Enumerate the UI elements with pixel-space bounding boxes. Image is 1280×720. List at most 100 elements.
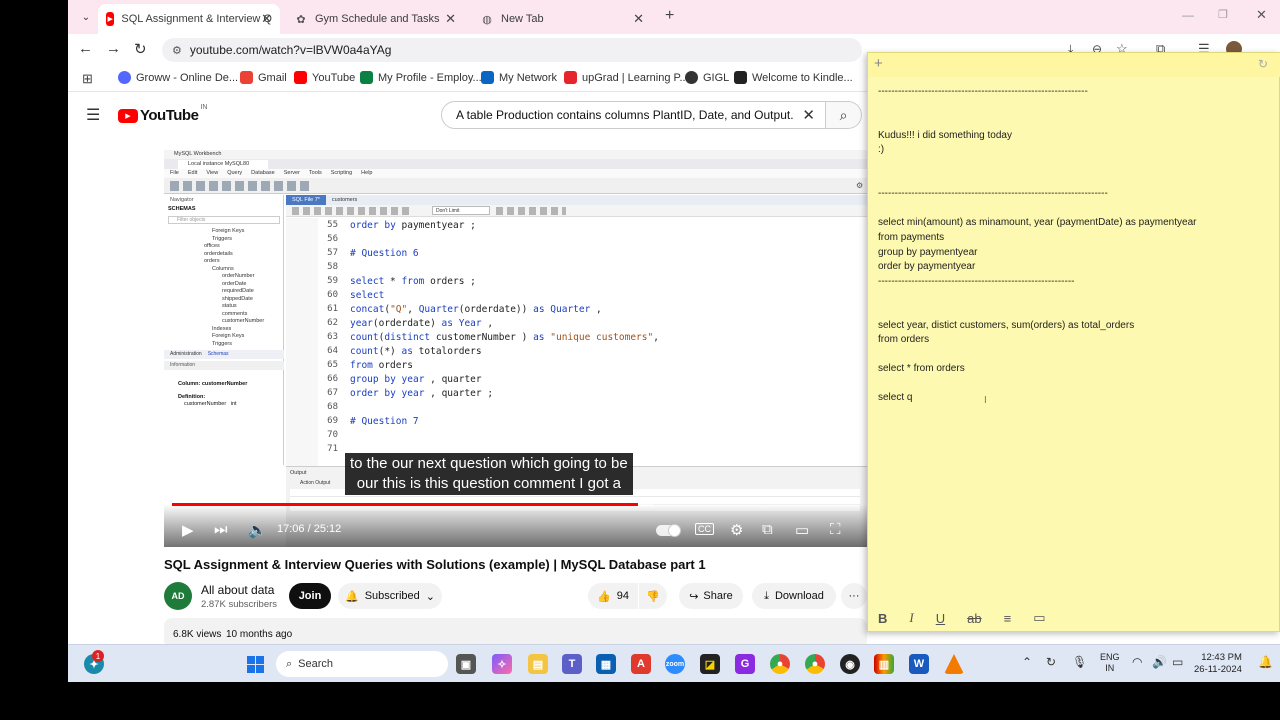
tab-gym-schedule[interactable]: ✿ Gym Schedule and Tasks ✕ <box>286 4 464 34</box>
battery-icon[interactable]: ▭ <box>1172 655 1183 669</box>
tab-search-button[interactable]: ⌄ <box>76 8 96 26</box>
apps-grid-icon[interactable]: ⊞ <box>82 71 93 87</box>
settings-icon[interactable]: ⚙ <box>730 521 743 539</box>
share-button[interactable]: ↪ Share <box>679 583 743 609</box>
bookmark-upgrad[interactable]: upGrad | Learning P... <box>564 71 689 84</box>
minimize-icon[interactable]: — <box>1182 8 1194 22</box>
channel-avatar[interactable]: AD <box>164 582 192 610</box>
task-view-icon[interactable]: ▣ <box>456 654 476 674</box>
wifi-icon[interactable]: ◠ <box>1132 655 1142 669</box>
bookmark-gmail[interactable]: Gmail <box>240 71 287 84</box>
search-button[interactable]: ⌕ <box>826 101 862 129</box>
navigator-label: Navigator <box>170 197 194 203</box>
store-icon[interactable]: ▦ <box>596 654 616 674</box>
winrar-icon[interactable]: ▥ <box>874 654 894 674</box>
microphone-icon[interactable]: 🎙 <box>1072 655 1087 669</box>
search-input[interactable]: A table Production contains columns Plan… <box>441 101 826 129</box>
back-arrow-icon[interactable]: ← <box>78 40 93 57</box>
code-text: order by paymentyear ; <box>350 219 476 231</box>
maximize-icon[interactable]: ❐ <box>1218 8 1228 21</box>
more-actions-button[interactable]: ··· <box>841 583 867 609</box>
bookmark-kindle[interactable]: Welcome to Kindle... <box>734 71 853 84</box>
play-icon[interactable]: ▶ <box>182 521 194 539</box>
bookmark-my-profile[interactable]: My Profile - Employ... <box>360 71 482 84</box>
clock[interactable]: 12:43 PM 26-11-2024 <box>1194 652 1242 676</box>
dislike-button[interactable]: 👎 <box>639 583 667 609</box>
sync-status-icon[interactable]: ↻ <box>1046 655 1056 669</box>
tab-new-tab[interactable]: ◍ New Tab ✕ <box>472 4 652 34</box>
close-window-icon[interactable]: ✕ <box>1256 7 1267 23</box>
close-icon[interactable]: ✕ <box>445 11 456 27</box>
tab-sql-assignment[interactable]: ▶ SQL Assignment & Interview Q ✕ <box>98 4 280 34</box>
teams-icon[interactable]: T <box>562 654 582 674</box>
search-query-text: A table Production contains columns Plan… <box>456 108 796 122</box>
bullet-list-button[interactable]: ≡ <box>1004 611 1012 626</box>
underline-button[interactable]: U <box>936 611 945 626</box>
bookmark-gigl[interactable]: GIGL <box>685 71 729 84</box>
bookmark-my-network[interactable]: My Network <box>481 71 557 84</box>
start-windows-icon[interactable] <box>245 654 265 674</box>
theater-icon[interactable]: ▭ <box>795 521 809 539</box>
captions-icon[interactable]: CC <box>695 523 714 535</box>
close-icon[interactable]: ✕ <box>633 11 644 27</box>
bookmark-groww[interactable]: Groww - Online De... <box>118 71 238 84</box>
code-line: 62 year(orderdate) as Year , <box>327 316 493 330</box>
italic-button[interactable]: I <box>909 610 913 626</box>
video-player[interactable]: MySQL Workbench Local instance MySQL80 F… <box>164 150 867 547</box>
zoom-app-icon[interactable]: zoom <box>665 654 685 674</box>
word-icon[interactable]: W <box>909 654 929 674</box>
new-tab-button[interactable]: + <box>665 7 674 25</box>
speaker-icon[interactable]: 🔊 <box>1152 655 1167 669</box>
filter-input: Filter objects <box>168 216 280 224</box>
subscribed-button[interactable]: 🔔 Subscribed ⌄ <box>338 583 442 609</box>
app-icon[interactable]: G <box>735 654 755 674</box>
address-text: youtube.com/watch?v=lBVW0a4aYAg <box>189 43 392 57</box>
fullscreen-icon[interactable]: ⛶ <box>830 521 841 538</box>
code-text: select <box>350 289 385 301</box>
reload-icon[interactable]: ↻ <box>134 40 147 58</box>
sticky-notes-icon[interactable]: ◪ <box>700 654 720 674</box>
editor-tab-customers: customers <box>331 197 358 203</box>
menu-scripting: Scripting <box>330 170 353 176</box>
chrome-icon[interactable]: ● <box>770 654 790 674</box>
menu-icon[interactable]: ☰ <box>86 105 100 125</box>
close-icon[interactable]: ✕ <box>261 11 272 27</box>
chrome-profile-icon[interactable]: ● <box>805 654 825 674</box>
strikethrough-button[interactable]: ab <box>967 611 981 626</box>
volume-icon[interactable]: 🔈 <box>248 521 267 539</box>
chevron-up-icon[interactable]: ⌃ <box>1022 655 1032 669</box>
join-button[interactable]: Join <box>289 583 331 609</box>
site-info-icon[interactable]: ⚙ <box>172 44 182 57</box>
github-desktop-icon[interactable]: ◉ <box>840 654 860 674</box>
youtube-logo[interactable]: ▶ YouTube IN <box>118 104 207 124</box>
taskbar-search[interactable]: ⌕ Search <box>276 651 448 677</box>
code-area: 55 order by paymentyear ; 56 57 # Question 6… <box>320 218 860 466</box>
action-output-label: Action Output <box>300 480 331 486</box>
sticky-note-window[interactable]: + ↻ ------------------------------------… <box>867 52 1280 632</box>
progress-bar[interactable] <box>172 503 859 506</box>
notifications-bell-icon[interactable]: 🔔 <box>1258 655 1273 669</box>
clear-search-icon[interactable]: ✕ <box>802 106 815 124</box>
channel-name[interactable]: All about data <box>201 583 274 597</box>
copilot-icon[interactable]: ✧ <box>492 654 512 674</box>
sync-icon[interactable]: ↻ <box>1258 57 1268 71</box>
schemas-label: SCHEMAS <box>168 206 196 212</box>
like-button[interactable]: 👍 94 <box>588 583 638 609</box>
download-button[interactable]: ⤓ Download <box>752 583 836 609</box>
bookmark-label: upGrad | Learning P... <box>582 71 689 84</box>
image-button[interactable]: ▭ <box>1033 610 1045 626</box>
bold-button[interactable]: B <box>878 611 887 626</box>
miniplayer-icon[interactable]: ⧉ <box>762 521 773 538</box>
file-explorer-icon[interactable]: ▤ <box>528 654 548 674</box>
acrobat-icon[interactable]: A <box>631 654 651 674</box>
language-indicator[interactable]: ENG IN <box>1100 652 1120 674</box>
forward-arrow-icon[interactable]: → <box>106 40 121 57</box>
bookmark-youtube[interactable]: YouTube <box>294 71 355 84</box>
new-note-icon[interactable]: + <box>874 55 883 72</box>
next-icon[interactable]: ⏭ <box>214 521 228 538</box>
vlc-icon[interactable] <box>944 654 964 674</box>
caption-line-1: to the our next question which going to … <box>350 455 628 472</box>
address-bar[interactable]: ⚙ youtube.com/watch?v=lBVW0a4aYAg <box>162 38 862 62</box>
sticky-note-text[interactable]: ----------------------------------------… <box>878 85 1273 406</box>
autoplay-toggle[interactable] <box>656 524 681 537</box>
